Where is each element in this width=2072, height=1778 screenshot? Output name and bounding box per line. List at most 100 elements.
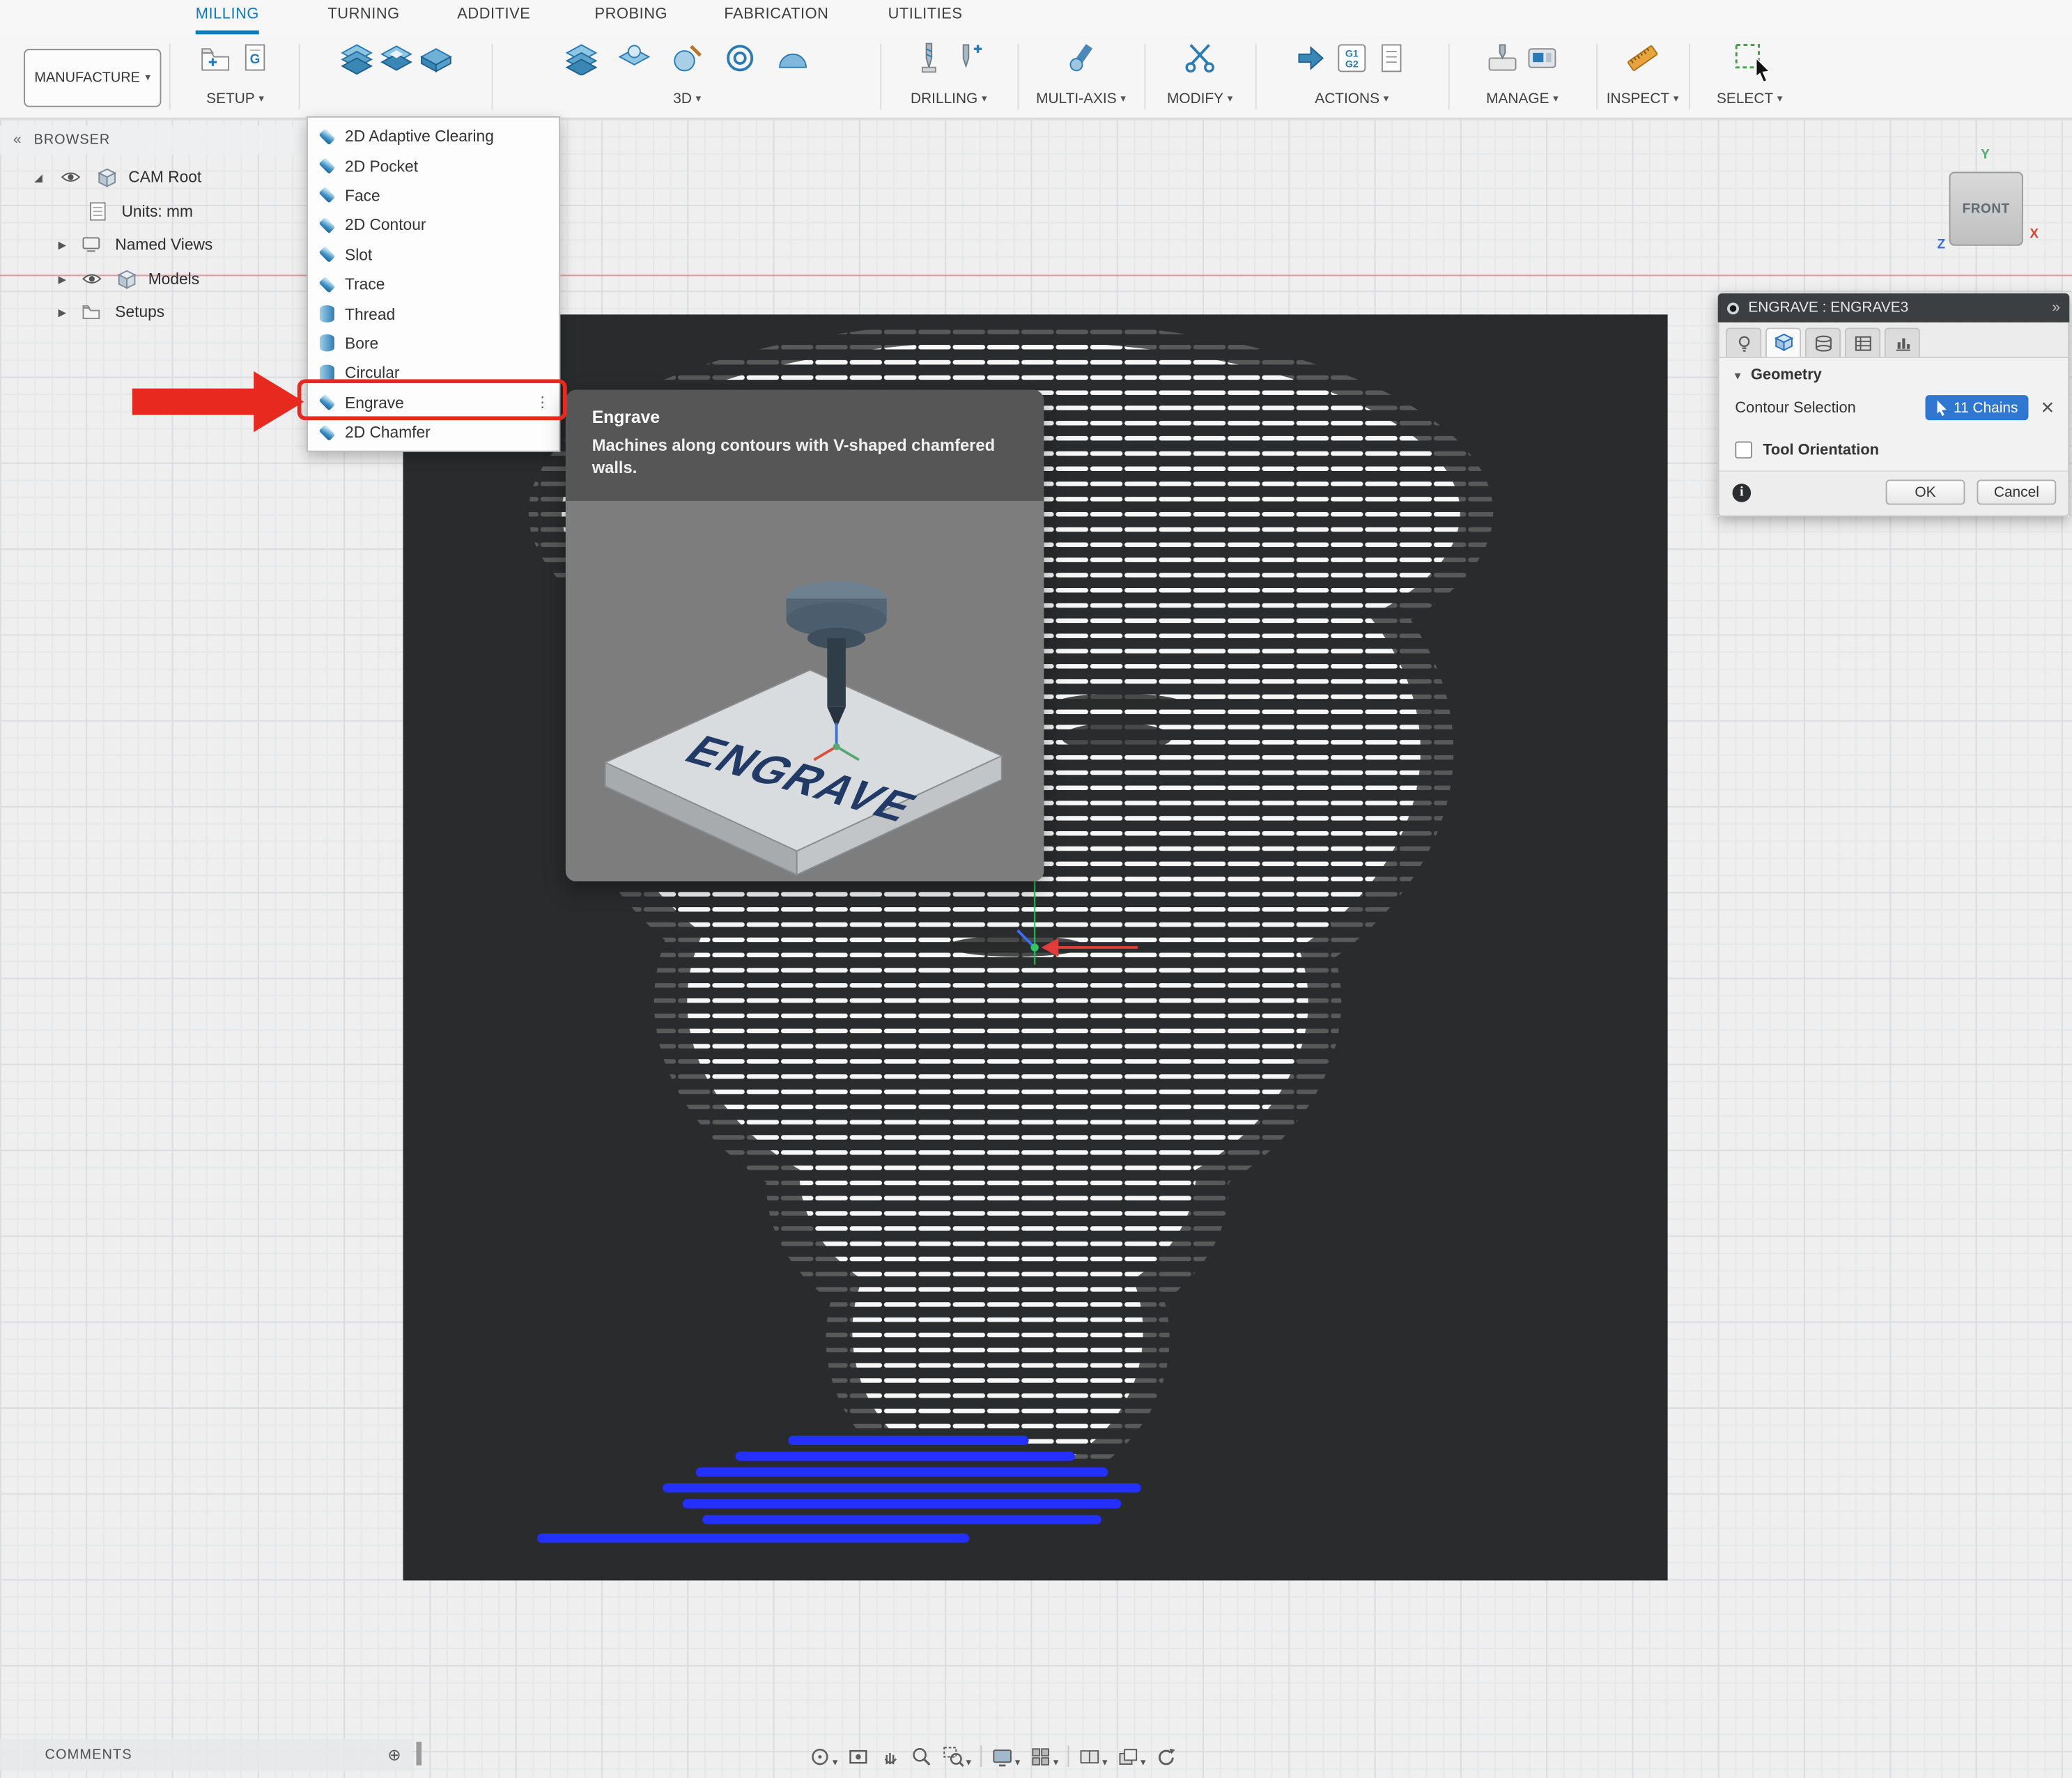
ok-button[interactable]: OK — [1886, 480, 1965, 505]
dialog-body: ▼ Geometry Contour Selection 11 Chains ✕… — [1718, 358, 2070, 517]
fast-forward-icon[interactable]: » — [2052, 300, 2060, 316]
tab-geometry[interactable] — [1765, 327, 1801, 357]
viewcube-front-face[interactable]: FRONT — [1963, 201, 2010, 216]
collapsed-triangle-icon[interactable]: ▶ — [58, 306, 66, 318]
tree-item-cam-root[interactable]: ◢ CAM Root — [0, 162, 201, 192]
setups-folder-icon — [82, 304, 101, 320]
menu-item-trace[interactable]: Trace — [308, 270, 559, 299]
cursor-select-icon — [1936, 400, 1948, 416]
3d-pocket-icon[interactable] — [617, 41, 651, 75]
manufacture-dropdown-button[interactable]: MANUFACTURE ▾ — [24, 49, 161, 107]
zoom-window-button[interactable]: ▾ — [942, 1745, 971, 1768]
tab-probing[interactable]: PROBING — [595, 6, 668, 30]
tab-linking[interactable] — [1885, 327, 1920, 357]
visibility-eye-icon[interactable] — [61, 171, 81, 184]
collapsed-triangle-icon[interactable]: ▶ — [58, 273, 66, 285]
tab-turning[interactable]: TURNING — [327, 6, 399, 30]
add-comment-icon[interactable]: ⊕ — [387, 1746, 401, 1765]
2d-pocket-icon[interactable] — [379, 41, 413, 75]
chevron-down-icon: ▾ — [1228, 94, 1233, 105]
scissors-icon[interactable] — [1183, 41, 1217, 75]
drill-icon[interactable] — [912, 41, 946, 75]
gcode-sheet-icon[interactable]: G — [238, 41, 272, 75]
machine-icon[interactable] — [1525, 41, 1559, 75]
refresh-button[interactable] — [1155, 1745, 1177, 1768]
tool-orientation-checkbox[interactable] — [1735, 441, 1752, 458]
selected-chains[interactable] — [542, 1440, 1137, 1538]
2d-adaptive-icon[interactable] — [339, 41, 373, 75]
tree-item-setups[interactable]: ▶ Setups — [0, 297, 164, 327]
menu-item-2d-chamfer[interactable]: 2D Chamfer — [308, 417, 559, 447]
group-separator — [299, 44, 300, 110]
tab-tool[interactable] — [1726, 327, 1761, 357]
named-views-icon — [82, 237, 101, 253]
orbit-button[interactable]: ▾ — [809, 1745, 838, 1768]
g1g2-icon[interactable]: G1G2 — [1335, 41, 1369, 75]
tab-additive[interactable]: ADDITIVE — [457, 6, 530, 30]
nav-separator — [980, 1746, 982, 1767]
group-separator — [169, 44, 171, 110]
actions-menu-button[interactable]: ACTIONS▾ — [1260, 91, 1443, 107]
geometry-section-header[interactable]: ▼ Geometry — [1719, 358, 2069, 390]
expanded-triangle-icon[interactable]: ◢ — [34, 171, 42, 183]
collapsed-triangle-icon[interactable]: ▶ — [58, 238, 66, 250]
inspect-menu-button[interactable]: INSPECT▾ — [1599, 91, 1686, 107]
menu-item-thread[interactable]: Thread — [308, 299, 559, 328]
spiral-icon[interactable] — [722, 41, 757, 75]
bore-icon — [320, 335, 334, 353]
collapse-panel-icon[interactable]: « — [13, 132, 22, 148]
menu-item-2d-pocket[interactable]: 2D Pocket — [308, 151, 559, 180]
drilling-menu-button[interactable]: DRILLING▾ — [886, 91, 1012, 107]
face-icon[interactable] — [419, 41, 453, 75]
clear-selection-button[interactable]: ✕ — [2041, 397, 2055, 418]
parallel-icon[interactable] — [670, 41, 704, 75]
tool-orientation-row[interactable]: Tool Orientation — [1719, 431, 2069, 470]
ruler-icon[interactable] — [1625, 41, 1660, 75]
tab-utilities[interactable]: UTILITIES — [888, 6, 963, 30]
modify-menu-button[interactable]: MODIFY▾ — [1147, 91, 1253, 107]
grid-settings-button[interactable]: ▾ — [1030, 1745, 1059, 1768]
panel-resize-handle[interactable] — [416, 1742, 422, 1765]
tab-fabrication[interactable]: FABRICATION — [724, 6, 828, 30]
3d-adaptive-icon[interactable] — [564, 41, 598, 75]
manage-menu-button[interactable]: MANAGE▾ — [1453, 91, 1591, 107]
group-separator — [880, 44, 881, 110]
visibility-eye-icon[interactable] — [82, 272, 102, 286]
group-separator — [1145, 44, 1146, 110]
tool-library-icon[interactable] — [1485, 41, 1520, 75]
look-at-button[interactable] — [847, 1745, 869, 1768]
cancel-button[interactable]: Cancel — [1977, 480, 2056, 505]
zoom-button[interactable] — [911, 1745, 933, 1768]
viewports-button[interactable]: ▾ — [1078, 1745, 1108, 1768]
setup-menu-button[interactable]: SETUP▾ — [174, 91, 295, 107]
tree-item-named-views[interactable]: ▶ Named Views — [0, 230, 212, 259]
menu-item-bore[interactable]: Bore — [308, 329, 559, 358]
display-settings-button[interactable]: ▾ — [991, 1745, 1021, 1768]
menu-item-slot[interactable]: Slot — [308, 240, 559, 269]
multiaxis-group: MULTI-AXIS▾ — [1020, 38, 1141, 107]
tree-item-models[interactable]: ▶ Models — [0, 264, 199, 293]
tab-milling[interactable]: MILLING — [196, 6, 259, 34]
comments-bar[interactable]: COMMENTS ⊕ — [0, 1739, 412, 1771]
post-process-icon[interactable] — [1295, 41, 1329, 75]
menu-item-2d-contour[interactable]: 2D Contour — [308, 210, 559, 240]
tab-heights[interactable] — [1805, 327, 1841, 357]
tree-item-units[interactable]: Units: mm — [0, 197, 193, 226]
tab-passes[interactable] — [1845, 327, 1880, 357]
select-menu-button[interactable]: SELECT▾ — [1694, 91, 1805, 107]
dialog-header[interactable]: ENGRAVE : ENGRAVE3 » — [1718, 293, 2070, 323]
multiaxis-icon[interactable] — [1064, 41, 1098, 75]
menu-item-2d-adaptive-clearing[interactable]: 2D Adaptive Clearing — [308, 121, 559, 150]
morph-icon[interactable] — [775, 41, 810, 75]
new-setup-icon[interactable] — [199, 41, 233, 75]
drill-add-icon[interactable] — [952, 41, 986, 75]
setup-sheet-icon[interactable] — [1375, 41, 1409, 75]
chains-selected-chip[interactable]: 11 Chains — [1926, 395, 2028, 420]
3d-menu-button[interactable]: 3D▾ — [500, 91, 875, 107]
menu-item-face[interactable]: Face — [308, 180, 559, 210]
info-icon[interactable]: i — [1733, 483, 1752, 502]
viewcube[interactable]: FRONT — [1949, 172, 2023, 246]
multiaxis-menu-button[interactable]: MULTI-AXIS▾ — [1020, 91, 1141, 107]
pan-button[interactable] — [879, 1745, 901, 1768]
visual-style-button[interactable]: ▾ — [1117, 1745, 1146, 1768]
